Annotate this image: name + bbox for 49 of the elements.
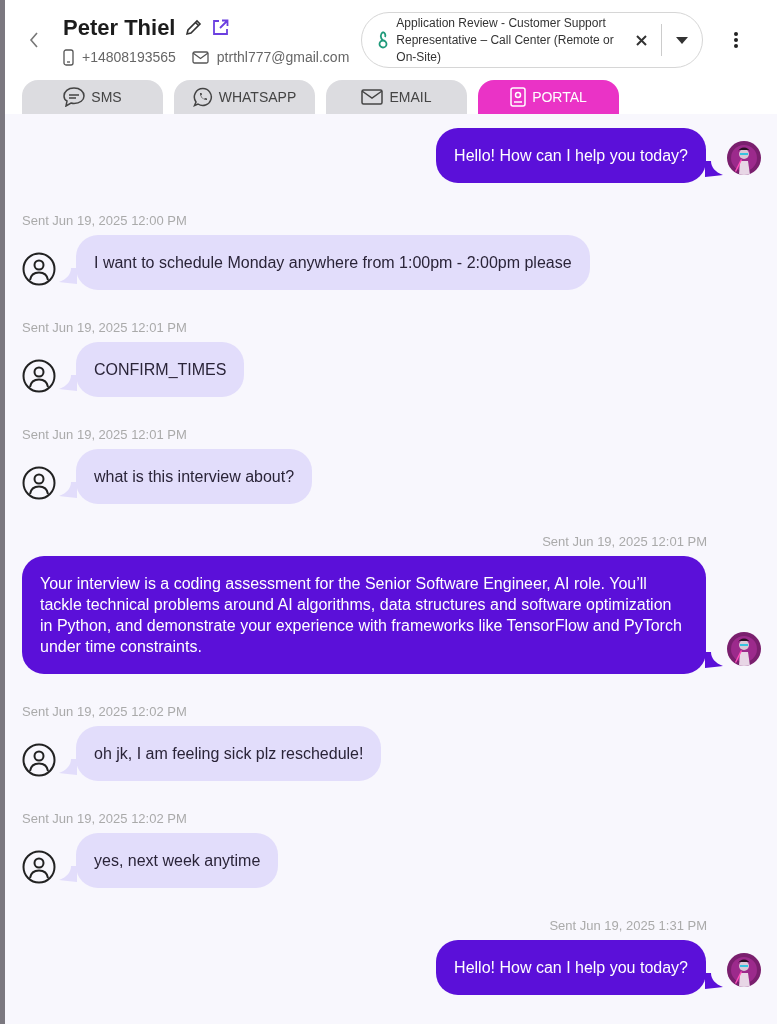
close-icon[interactable]: [636, 34, 648, 46]
user-avatar-icon: [22, 252, 56, 286]
phone-chat-icon: [192, 87, 213, 107]
bubble-tail: [59, 268, 77, 284]
bubble-tail: [59, 866, 77, 882]
message-bubble: Your interview is a coding assessment for the Senior Software Engineer, AI role. You’ll tackle technical problems around AI algorithms, data structures and software optimization in Python, and demonstrate your experience with frameworks like TensorFlow and PyTorch under time constraints.: [22, 556, 706, 674]
channel-tab[interactable]: EMAIL: [326, 80, 467, 114]
bubble-tail: [59, 759, 77, 775]
channel-tab[interactable]: WHATSAPP: [174, 80, 315, 114]
bubble-tail: [705, 973, 723, 989]
contact-name: Peter Thiel: [63, 14, 176, 41]
message-bubble: CONFIRM_TIMES: [76, 342, 245, 397]
more-icon[interactable]: [733, 31, 740, 49]
message-bubble: yes, next week anytime: [76, 833, 279, 888]
bubble-tail: [59, 482, 77, 498]
phone-icon: [63, 48, 74, 66]
bubble-tail: [59, 375, 77, 391]
message-timestamp: Sent Jun 19, 2025 1:31 PM: [549, 918, 707, 933]
user-avatar-icon: [22, 743, 56, 777]
user-avatar-icon: [22, 466, 56, 500]
message-bubble: Hello! How can I help you today?: [436, 940, 706, 995]
user-avatar-icon: [22, 359, 56, 393]
message-timestamp: Sent Jun 19, 2025 12:02 PM: [22, 811, 188, 826]
mail-icon: [191, 50, 209, 64]
message-bubble: what is this interview about?: [76, 449, 313, 504]
channel-tab[interactable]: SMS: [22, 80, 163, 114]
back-icon[interactable]: [29, 32, 39, 48]
message-timestamp: Sent Jun 19, 2025 12:00 PM: [22, 213, 188, 228]
job-title: Application Review - Customer Support Representative – Call Center (Remote or On-Site): [396, 14, 615, 66]
email-address: ptrthl777@gmail.com: [216, 49, 350, 65]
envelope-icon: [361, 89, 384, 105]
message-timestamp: Sent Jun 19, 2025 12:02 PM: [22, 704, 188, 719]
message-bubble: I want to schedule Monday anywhere from 1:00pm - 2:00pm please: [76, 235, 590, 290]
message-bubble: oh jk, I am feeling sick plz reschedule!: [76, 726, 382, 781]
badge-icon: [510, 87, 527, 107]
job-icon: [378, 30, 389, 50]
message-timestamp: Sent Jun 19, 2025 12:01 PM: [22, 427, 188, 442]
message-bubble: Hello! How can I help you today?: [436, 128, 706, 183]
bubble-tail: [705, 161, 723, 177]
bubble-tail: [705, 652, 723, 668]
caret-icon[interactable]: [676, 36, 689, 44]
channel-tab[interactable]: PORTAL: [478, 80, 619, 114]
phone-number: +14808193565: [82, 49, 176, 65]
pencil-icon[interactable]: [185, 19, 203, 36]
user-avatar-icon: [22, 850, 56, 884]
sms-icon: [63, 87, 86, 107]
external-link-icon[interactable]: [212, 19, 230, 36]
message-timestamp: Sent Jun 19, 2025 12:01 PM: [542, 534, 707, 549]
message-timestamp: Sent Jun 19, 2025 12:01 PM: [22, 320, 188, 335]
